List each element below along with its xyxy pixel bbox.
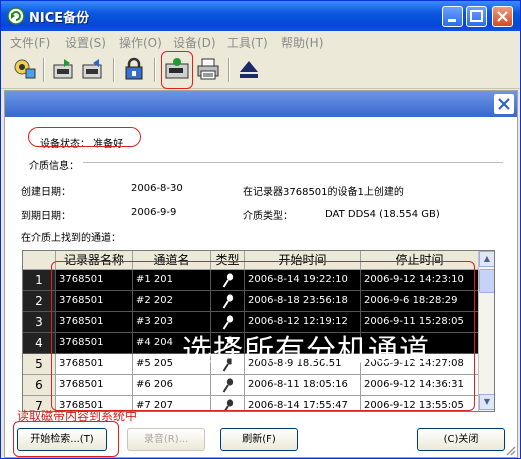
close-button[interactable]: (C)关闭 — [417, 428, 505, 451]
title-bar[interactable]: NICE备份 — [1, 1, 520, 31]
media-type-value: DAT DDS4 (18.554 GB) — [325, 209, 440, 220]
backup-icon[interactable] — [52, 57, 76, 81]
window-title: NICE备份 — [29, 11, 90, 26]
toolbar-separator — [43, 58, 45, 82]
app-icon — [7, 7, 25, 25]
status-highlight-ring — [28, 127, 141, 147]
panel-header — [5, 91, 517, 117]
eject-icon[interactable] — [237, 57, 261, 81]
menu-help[interactable]: 帮助(H) — [281, 34, 323, 51]
minimize-button[interactable] — [442, 6, 463, 27]
resize-grip-icon[interactable] — [504, 444, 516, 456]
panel-close-button[interactable] — [494, 94, 514, 114]
menu-settings[interactable]: 设置(S) — [65, 34, 106, 51]
maximize-button[interactable] — [466, 6, 487, 27]
select-all-annotation: 选择所有分机通道 — [182, 334, 430, 369]
main-window: NICE备份 文件(F) 设置(S) 操作(O) 设备(D) 工具(T) 帮助(… — [0, 0, 521, 459]
toolbar-separator — [228, 58, 230, 82]
menu-device[interactable]: 设备(D) — [173, 34, 216, 51]
toolbar-highlight-ring — [161, 51, 193, 89]
expire-date-label: 到期日期： — [21, 211, 71, 222]
close-icon — [498, 98, 510, 110]
search-highlight-ring — [13, 421, 119, 457]
media-info-divider — [33, 162, 503, 163]
scroll-thumb[interactable] — [479, 269, 494, 293]
menu-file[interactable]: 文件(F) — [10, 34, 50, 51]
menu-bar: 文件(F) 设置(S) 操作(O) 设备(D) 工具(T) 帮助(H) — [1, 31, 520, 51]
scroll-up-button[interactable]: ▲ — [479, 251, 494, 267]
table-scrollbar[interactable]: ▲ ▼ — [478, 251, 494, 411]
create-note: 在记录器3768501的设备1上创建的 — [243, 187, 404, 198]
create-date-value: 2006-8-30 — [131, 183, 183, 194]
toolbar-separator — [113, 58, 115, 82]
record-button[interactable]: 录音(R)... — [127, 428, 205, 451]
menu-operation[interactable]: 操作(O) — [119, 34, 162, 51]
media-info-heading: 介质信息： — [29, 157, 83, 172]
menu-tools[interactable]: 工具(T) — [227, 34, 268, 51]
scroll-down-button[interactable]: ▼ — [479, 394, 494, 410]
connect-icon[interactable] — [13, 57, 37, 81]
found-channels-label: 在介质上找到的通道： — [21, 233, 121, 244]
minimize-icon — [448, 19, 456, 22]
toolbar — [1, 51, 520, 89]
create-date-label: 创建日期： — [21, 187, 71, 198]
maximize-icon — [470, 10, 483, 22]
close-icon — [497, 11, 508, 22]
toolbar-separator — [154, 58, 156, 82]
close-window-button[interactable] — [492, 6, 513, 27]
restore-icon[interactable] — [81, 57, 105, 81]
refresh-button[interactable]: 刷新(F) — [220, 428, 298, 451]
expire-date-value: 2006-9-9 — [131, 207, 177, 218]
print-icon[interactable] — [196, 57, 220, 81]
media-type-label: 介质类型： — [243, 211, 293, 222]
backup-panel: 设备状态： 准备好 介质信息： 创建日期： 2006-8-30 在记录器3768… — [4, 90, 518, 458]
lock-icon[interactable] — [122, 57, 146, 81]
